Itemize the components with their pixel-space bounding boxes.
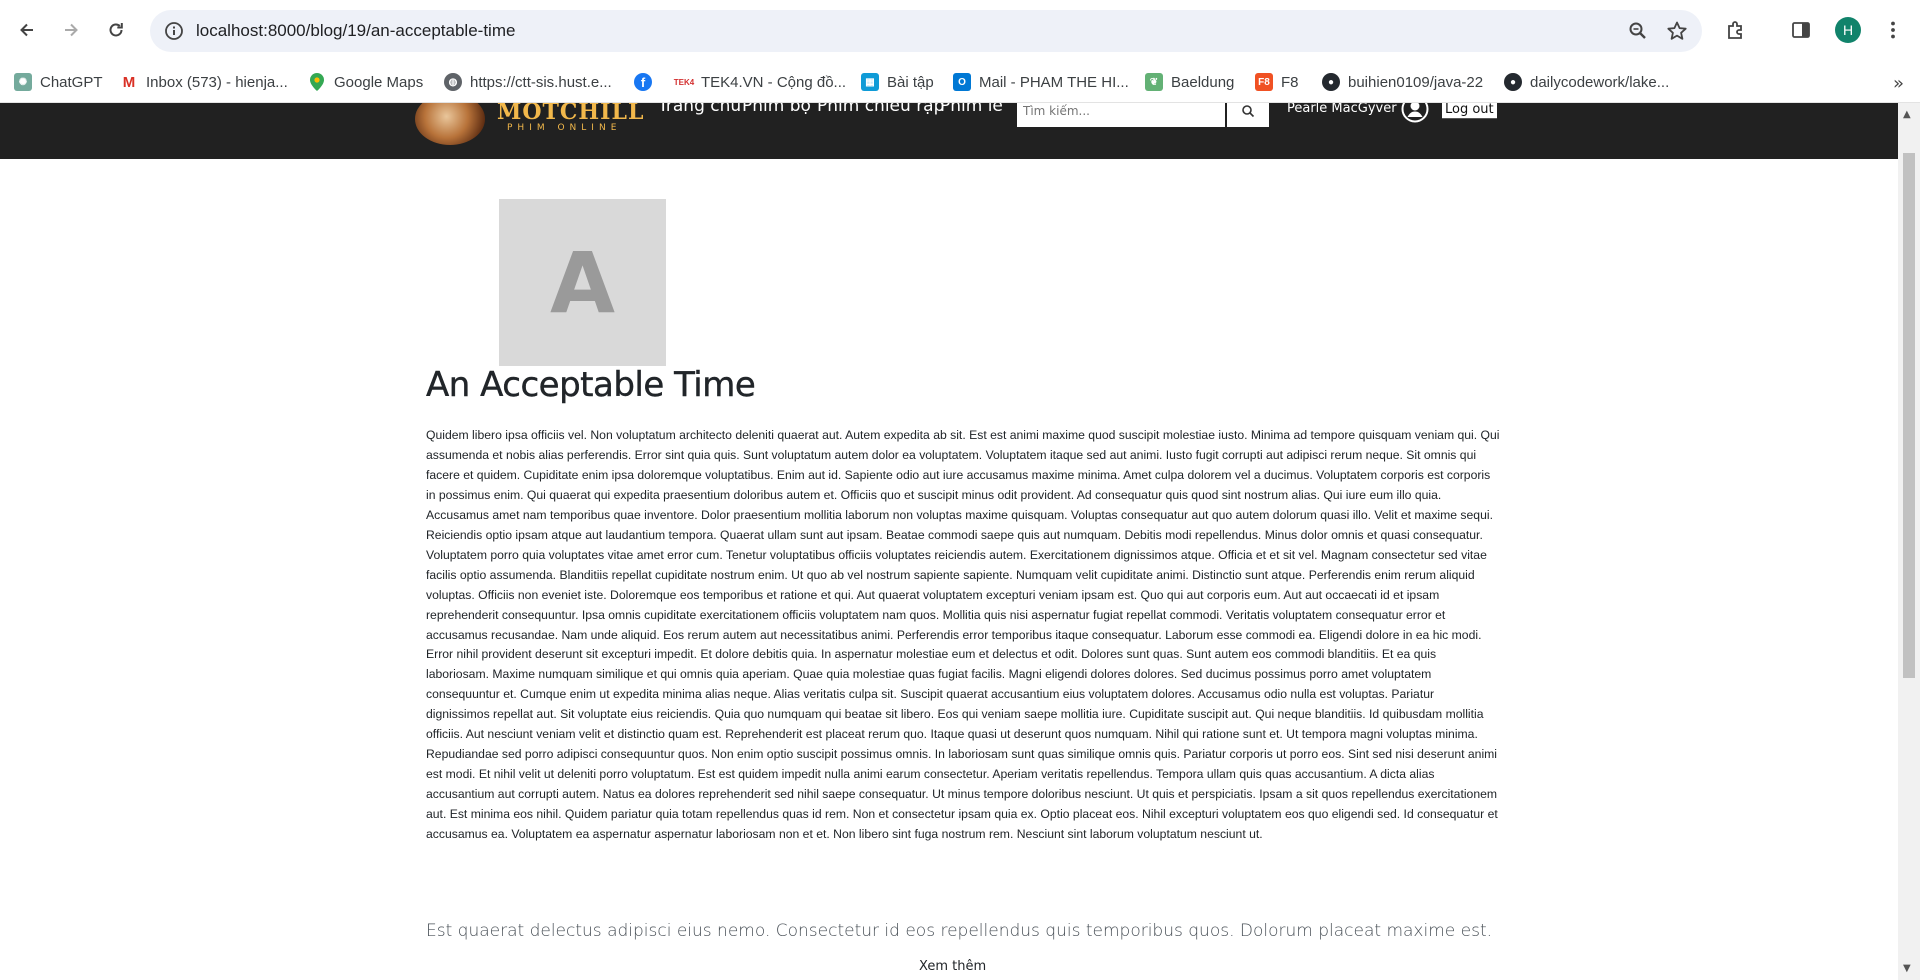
github-icon: ●	[1322, 73, 1340, 91]
globe-icon: ◍	[444, 73, 462, 91]
bookmark-bai-tap[interactable]: ▦ Bài tập	[861, 71, 934, 93]
bookmark-label: dailycodework/lake...	[1530, 73, 1670, 91]
site-search-button[interactable]	[1227, 103, 1269, 127]
bookmark-star-icon[interactable]	[1666, 20, 1688, 42]
bookmark-github-dailycodework[interactable]: ● dailycodework/lake...	[1504, 71, 1669, 93]
scroll-up-arrow-icon[interactable]: ▲	[1903, 109, 1911, 120]
bookmark-facebook[interactable]: f	[634, 71, 660, 93]
see-more-link[interactable]: Xem thêm	[919, 959, 986, 974]
back-button[interactable]	[12, 15, 42, 45]
bookmark-google-maps[interactable]: Google Maps	[308, 71, 423, 93]
user-account-icon[interactable]	[1401, 103, 1429, 123]
article-lead: Est quaerat delectus adipisci eius nemo.…	[426, 921, 1493, 941]
bookmark-label: Bài tập	[887, 73, 934, 91]
more-bookmarks-chevron-icon[interactable]: »	[1893, 73, 1904, 94]
forward-button[interactable]	[56, 15, 86, 45]
browser-toolbar: localhost:8000/blog/19/an-acceptable-tim…	[0, 0, 1920, 62]
bookmark-label: F8	[1281, 73, 1299, 91]
address-bar[interactable]: localhost:8000/blog/19/an-acceptable-tim…	[150, 10, 1702, 52]
baeldung-icon: ❦	[1145, 73, 1163, 91]
profile-button[interactable]: H	[1834, 16, 1862, 44]
site-header: MOTCHILL PHIM ONLINE Trang chủ Phim bộ P…	[0, 103, 1898, 159]
scrollbar-thumb[interactable]	[1903, 153, 1915, 678]
logo-wordmark: MOTCHILL	[497, 103, 645, 125]
logout-button[interactable]: Log out	[1442, 103, 1497, 119]
bookmark-label: buihien0109/java-22	[1348, 73, 1484, 91]
bookmark-gmail[interactable]: M Inbox (573) - hienja...	[120, 71, 288, 93]
bookmark-label: Baeldung	[1171, 73, 1235, 91]
site-search-input[interactable]	[1017, 103, 1225, 127]
extensions-button[interactable]	[1722, 16, 1750, 44]
bookmark-label: Google Maps	[334, 73, 424, 91]
url-text[interactable]: localhost:8000/blog/19/an-acceptable-tim…	[196, 21, 515, 41]
nav-link-cinema[interactable]: Phim chiếu rạp	[817, 103, 944, 116]
bookmark-f8[interactable]: F8 F8	[1255, 71, 1299, 93]
github-icon: ●	[1504, 73, 1522, 91]
bookmark-label: https://ctt-sis.hust.e...	[470, 73, 612, 91]
search-icon	[1242, 105, 1255, 118]
bookmark-mail-outlook[interactable]: O Mail - PHAM THE HI...	[953, 71, 1129, 93]
user-name: Pearle MacGyver	[1287, 103, 1397, 116]
article-thumbnail: A	[499, 199, 666, 366]
bookmark-chatgpt[interactable]: ✺ ChatGPT	[14, 71, 103, 93]
bookmark-label: Inbox (573) - hienja...	[146, 73, 288, 91]
bookmark-label: Mail - PHAM THE HI...	[979, 73, 1129, 91]
bookmark-label: ChatGPT	[40, 73, 103, 91]
bookmark-tek4[interactable]: TEK4 TEK4.VN - Cộng đồ...	[674, 71, 847, 93]
bookmark-github-java22[interactable]: ● buihien0109/java-22	[1322, 71, 1483, 93]
facebook-icon: f	[634, 73, 652, 91]
side-panel-button[interactable]	[1787, 16, 1815, 44]
browser-menu-button[interactable]	[1879, 16, 1907, 44]
bookmark-baeldung[interactable]: ❦ Baeldung	[1145, 71, 1234, 93]
kebab-menu-icon	[1891, 21, 1895, 39]
tek4-icon: TEK4	[674, 73, 694, 91]
tasks-icon: ▦	[861, 73, 879, 91]
f8-icon: F8	[1255, 73, 1273, 91]
article-body: Quidem libero ipsa officiis vel. Non vol…	[426, 428, 1500, 842]
profile-avatar: H	[1835, 17, 1861, 43]
gmail-icon: M	[120, 73, 138, 91]
scroll-down-arrow-icon[interactable]: ▼	[1903, 963, 1911, 974]
thumbnail-letter: A	[549, 233, 615, 332]
page-scrollbar[interactable]: ▲ ▼	[1898, 103, 1920, 980]
site-info-icon[interactable]	[164, 21, 184, 41]
nav-link-home[interactable]: Trang chủ	[658, 103, 741, 116]
nav-link-series[interactable]: Phim bộ	[742, 103, 811, 116]
site-logo[interactable]: MOTCHILL PHIM ONLINE	[415, 103, 643, 145]
article-title: An Acceptable Time	[426, 365, 756, 405]
logo-mascot-icon	[415, 103, 485, 145]
puzzle-icon	[1728, 21, 1742, 39]
bookmark-ctt-sis[interactable]: ◍ https://ctt-sis.hust.e...	[444, 71, 612, 93]
chatgpt-icon: ✺	[14, 73, 32, 91]
side-panel-icon	[1792, 22, 1810, 38]
back-arrow-icon	[20, 23, 33, 37]
reload-icon	[109, 23, 123, 37]
nav-link-movies[interactable]: Phim lẻ	[940, 103, 1003, 116]
bookmarks-bar: ✺ ChatGPT M Inbox (573) - hienja... Google…	[0, 62, 1920, 103]
bookmark-label: TEK4.VN - Cộng đồ...	[701, 73, 847, 91]
forward-arrow-icon	[65, 23, 78, 37]
reload-button[interactable]	[101, 15, 131, 45]
outlook-icon: O	[953, 73, 971, 91]
logo-subtitle: PHIM ONLINE	[507, 123, 622, 133]
zoom-icon[interactable]	[1628, 21, 1648, 41]
maps-pin-icon	[308, 73, 326, 91]
page-viewport: MOTCHILL PHIM ONLINE Trang chủ Phim bộ P…	[0, 103, 1898, 980]
